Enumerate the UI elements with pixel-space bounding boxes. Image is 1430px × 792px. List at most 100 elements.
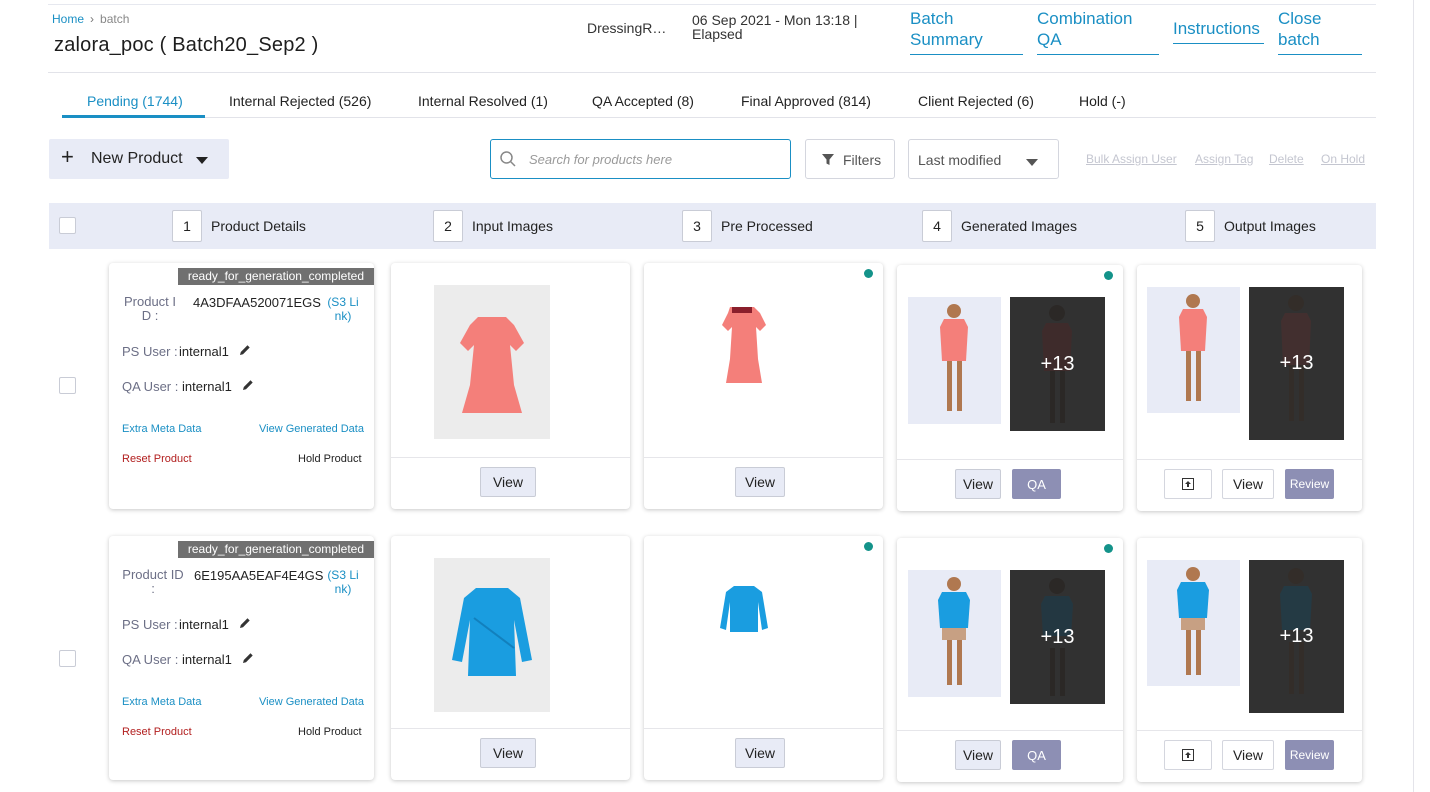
delete-link[interactable]: Delete xyxy=(1269,152,1304,166)
tab-qa-accepted[interactable]: QA Accepted (8) xyxy=(592,93,694,109)
more-images-count: +13 xyxy=(1010,570,1105,704)
breadcrumb-home-link[interactable]: Home xyxy=(52,12,84,26)
on-hold-link[interactable]: On Hold xyxy=(1321,152,1365,166)
bulk-assign-user-link[interactable]: Bulk Assign User xyxy=(1086,152,1177,166)
output-image[interactable] xyxy=(1147,560,1240,686)
tab-client-rejected[interactable]: Client Rejected (6) xyxy=(918,93,1034,109)
search-input[interactable] xyxy=(529,148,779,170)
generated-image[interactable] xyxy=(908,297,1001,424)
row-checkbox[interactable] xyxy=(59,377,76,394)
row-checkbox[interactable] xyxy=(59,650,76,667)
edit-pencil-icon[interactable] xyxy=(239,617,251,629)
breadcrumb-current: batch xyxy=(100,12,130,26)
combination-qa-link[interactable]: Combination QA xyxy=(1037,8,1159,55)
tab-internal-resolved[interactable]: Internal Resolved (1) xyxy=(418,93,548,109)
column-product-details: 1 Product Details xyxy=(172,210,306,242)
product-row: ready_for_generation_completed Product I… xyxy=(0,536,1410,786)
upload-icon xyxy=(1182,749,1194,761)
edit-pencil-icon[interactable] xyxy=(239,344,251,356)
card-footer: View Review xyxy=(1137,730,1362,782)
pre-processed-card: View xyxy=(644,536,883,780)
view-button[interactable]: View xyxy=(1222,740,1274,770)
more-images-count: +13 xyxy=(1010,297,1105,431)
scrollbar-track[interactable] xyxy=(1413,0,1430,792)
output-images-card: +13 View Review xyxy=(1137,538,1362,782)
combination-qa-line-1: Combination xyxy=(1037,9,1133,28)
view-generated-data-link[interactable]: View Generated Data xyxy=(259,423,364,435)
instructions-link[interactable]: Instructions xyxy=(1173,18,1264,44)
input-product-image[interactable] xyxy=(434,558,550,712)
input-product-image[interactable] xyxy=(434,285,550,439)
s3-link[interactable]: (S3 Li nk) xyxy=(323,568,363,596)
generated-image-more[interactable]: +13 xyxy=(1010,297,1105,431)
filters-label: Filters xyxy=(843,152,882,168)
step-number: 1 xyxy=(172,210,202,242)
upload-button[interactable] xyxy=(1164,469,1212,499)
qa-user-label: QA User : xyxy=(122,379,179,394)
view-button[interactable]: View xyxy=(480,467,536,497)
column-generated-images: 4 Generated Images xyxy=(922,210,1077,242)
qa-button[interactable]: QA xyxy=(1012,469,1061,499)
view-generated-data-link[interactable]: View Generated Data xyxy=(259,696,364,708)
output-image[interactable] xyxy=(1147,287,1240,413)
hold-product-link[interactable]: Hold Product xyxy=(298,453,362,465)
batch-summary-link[interactable]: Batch Summary xyxy=(910,8,1023,55)
new-product-button[interactable]: + New Product xyxy=(49,139,229,179)
generated-image-more[interactable]: +13 xyxy=(1010,570,1105,704)
review-button[interactable]: Review xyxy=(1285,740,1334,770)
tab-internal-rejected[interactable]: Internal Rejected (526) xyxy=(229,93,371,109)
select-all-checkbox[interactable] xyxy=(59,217,76,234)
pre-processed-image[interactable] xyxy=(704,293,784,393)
product-details-card: ready_for_generation_completed Product I… xyxy=(109,536,374,780)
batch-datetime: 06 Sep 2021 - Mon 13:18 | Elapsed xyxy=(692,13,872,41)
chevron-down-icon xyxy=(1026,159,1038,166)
view-button[interactable]: View xyxy=(955,469,1001,499)
s3-link[interactable]: (S3 Li nk) xyxy=(323,295,363,323)
hold-product-link[interactable]: Hold Product xyxy=(298,726,362,738)
step-number: 5 xyxy=(1185,210,1215,242)
card-footer: View QA xyxy=(897,730,1123,782)
step-label: Input Images xyxy=(472,218,553,234)
status-tabs: Pending (1744) Internal Rejected (526) I… xyxy=(62,84,1376,118)
reset-product-link[interactable]: Reset Product xyxy=(122,453,192,465)
tab-final-approved[interactable]: Final Approved (814) xyxy=(741,93,871,109)
tab-pending[interactable]: Pending (1744) xyxy=(87,93,183,109)
filters-button[interactable]: Filters xyxy=(805,139,895,179)
edit-pencil-icon[interactable] xyxy=(242,652,254,664)
view-button[interactable]: View xyxy=(735,467,785,497)
pre-processed-image[interactable] xyxy=(716,582,772,638)
generated-images-card: +13 View QA xyxy=(897,538,1123,782)
extra-meta-data-link[interactable]: Extra Meta Data xyxy=(122,696,201,708)
reset-product-link[interactable]: Reset Product xyxy=(122,726,192,738)
view-button[interactable]: View xyxy=(1222,469,1274,499)
view-button[interactable]: View xyxy=(735,738,785,768)
datetime-line-2: Elapsed xyxy=(692,26,743,42)
card-footer: View Review xyxy=(1137,459,1362,511)
product-id-value: 6E195AA5EAF4E4GS xyxy=(194,568,324,583)
product-row: ready_for_generation_completed Product I… xyxy=(0,263,1410,513)
output-image-more[interactable]: +13 xyxy=(1249,287,1344,440)
card-footer: View xyxy=(644,457,883,509)
assign-tag-link[interactable]: Assign Tag xyxy=(1195,152,1253,166)
close-batch-link[interactable]: Close batch xyxy=(1278,8,1362,55)
generated-image[interactable] xyxy=(908,570,1001,697)
top-garment-icon xyxy=(720,586,768,632)
page-title: zalora_poc ( Batch20_Sep2 ) xyxy=(54,34,319,56)
upload-button[interactable] xyxy=(1164,740,1212,770)
ps-user-value: internal1 xyxy=(179,344,229,359)
card-footer: View xyxy=(391,728,630,780)
output-image-more[interactable]: +13 xyxy=(1249,560,1344,713)
qa-button[interactable]: QA xyxy=(1012,740,1061,770)
tab-hold[interactable]: Hold (-) xyxy=(1079,93,1126,109)
edit-pencil-icon[interactable] xyxy=(242,379,254,391)
product-details-card: ready_for_generation_completed Product I… xyxy=(109,263,374,509)
close-batch-line-2: batch xyxy=(1278,30,1320,49)
extra-meta-data-link[interactable]: Extra Meta Data xyxy=(122,423,201,435)
step-number: 4 xyxy=(922,210,952,242)
sort-select[interactable]: Last modified xyxy=(908,139,1059,179)
view-button[interactable]: View xyxy=(955,740,1001,770)
qa-user-value: internal1 xyxy=(182,652,232,667)
s3-link-line-1: (S3 Li xyxy=(327,568,359,582)
view-button[interactable]: View xyxy=(480,738,536,768)
review-button[interactable]: Review xyxy=(1285,469,1334,499)
